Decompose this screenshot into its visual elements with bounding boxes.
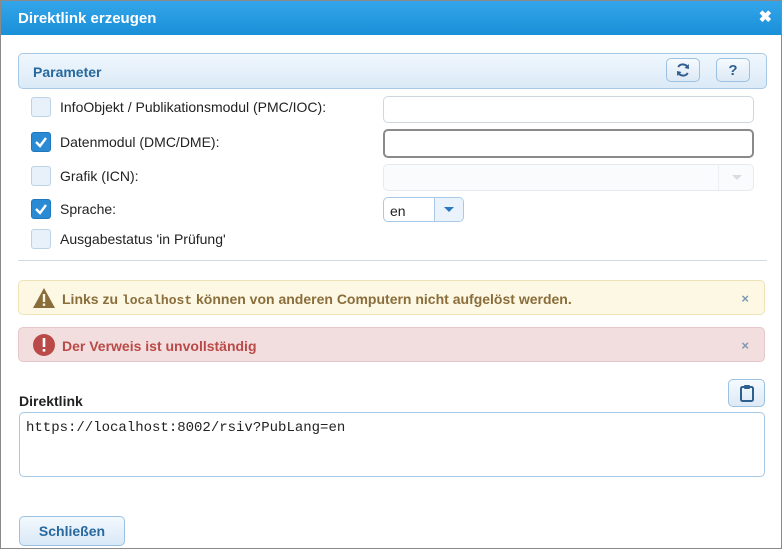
direktlink-textarea[interactable]: https://localhost:8002/rsiv?PubLang=en xyxy=(19,412,765,477)
pmc-checkbox[interactable] xyxy=(31,97,51,117)
close-icon[interactable]: × xyxy=(741,291,749,306)
parameter-panel-header: Parameter ? xyxy=(18,53,767,89)
dialog-title: Direktlink erzeugen xyxy=(18,10,157,27)
direktlink-dialog: Direktlink erzeugen ✖ Parameter ? InfoOb… xyxy=(0,0,782,549)
refresh-button[interactable] xyxy=(666,58,700,82)
dialog-titlebar: Direktlink erzeugen ✖ xyxy=(1,1,781,35)
dmc-input[interactable] xyxy=(383,129,754,158)
localhost-code: localhost xyxy=(121,293,193,308)
check-icon xyxy=(35,137,47,148)
pmc-input[interactable] xyxy=(383,96,754,123)
icn-label: Grafik (ICN): xyxy=(60,168,139,184)
divider xyxy=(18,260,767,261)
copy-button[interactable] xyxy=(728,379,765,407)
icn-checkbox[interactable] xyxy=(31,166,51,186)
refresh-icon xyxy=(677,63,689,77)
clipboard-icon xyxy=(739,385,754,402)
error-text: Der Verweis ist unvollständig xyxy=(62,338,257,354)
pmc-label: InfoObjekt / Publikationsmodul (PMC/IOC)… xyxy=(60,99,327,115)
direktlink-label: Direktlink xyxy=(19,393,83,409)
dmc-label: Datenmodul (DMC/DME): xyxy=(60,134,220,150)
close-icon[interactable]: × xyxy=(741,338,749,353)
warning-text: Links zu localhost können von anderen Co… xyxy=(62,291,572,308)
status-checkbox[interactable] xyxy=(31,229,51,249)
error-icon xyxy=(33,334,55,356)
chevron-down-icon[interactable] xyxy=(434,198,463,221)
icn-combobox xyxy=(383,164,754,191)
close-icon[interactable]: ✖ xyxy=(759,7,772,27)
panel-title: Parameter xyxy=(33,64,102,80)
status-label: Ausgabestatus 'in Prüfung' xyxy=(60,231,226,247)
direktlink-value: https://localhost:8002/rsiv?PubLang=en xyxy=(26,420,346,436)
help-button[interactable]: ? xyxy=(716,58,750,82)
help-icon: ? xyxy=(728,61,738,79)
close-button[interactable]: Schließen xyxy=(19,516,125,546)
language-checkbox[interactable] xyxy=(31,199,51,219)
language-select[interactable]: en xyxy=(383,197,464,222)
warning-alert: Links zu localhost können von anderen Co… xyxy=(18,280,765,315)
language-label: Sprache: xyxy=(60,201,117,217)
dmc-checkbox[interactable] xyxy=(31,132,51,152)
chevron-down-icon xyxy=(718,165,753,190)
language-value: en xyxy=(390,203,406,219)
check-icon xyxy=(35,204,47,215)
warning-icon xyxy=(33,288,55,308)
error-alert: Der Verweis ist unvollständig × xyxy=(18,327,765,362)
